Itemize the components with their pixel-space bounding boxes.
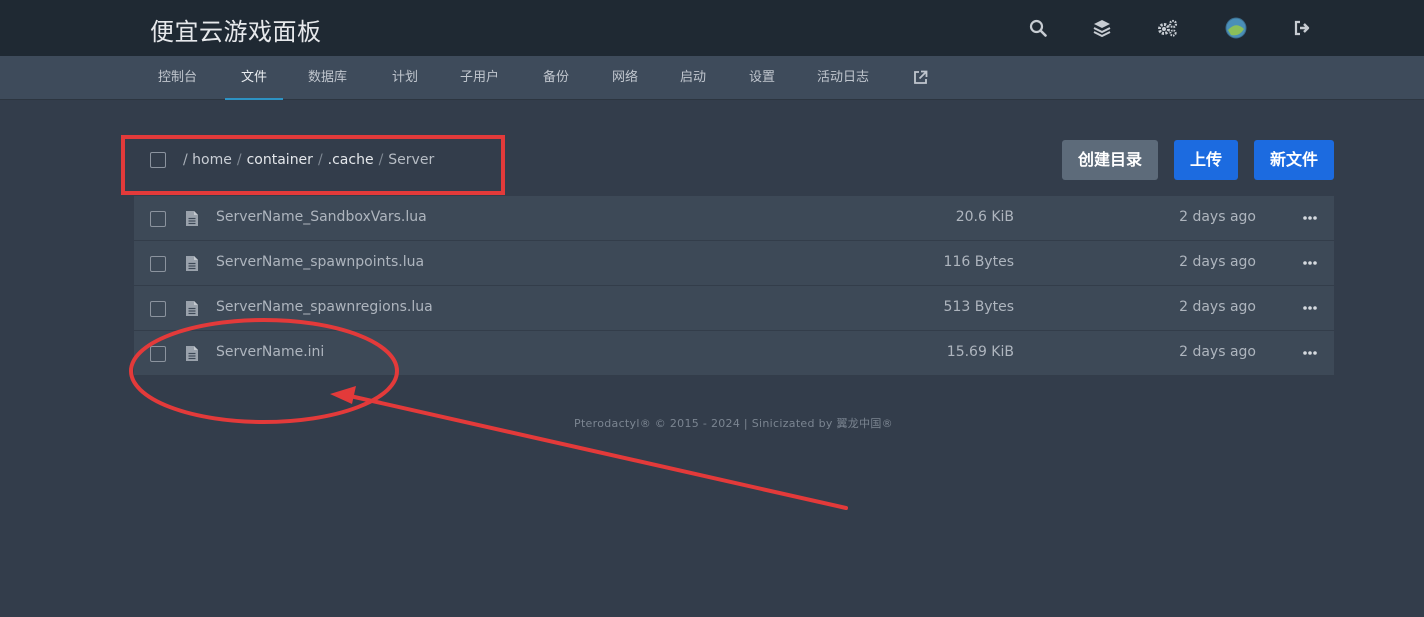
tab-schedules[interactable]: 计划 bbox=[392, 56, 418, 100]
more-options-icon[interactable] bbox=[1302, 209, 1318, 227]
annotation-highlight-box bbox=[121, 135, 505, 195]
avatar-icon[interactable] bbox=[1224, 16, 1248, 40]
file-size: 513 Bytes bbox=[943, 299, 1014, 315]
gears-icon[interactable] bbox=[1156, 16, 1180, 40]
table-row[interactable]: ServerName_spawnregions.lua 513 Bytes 2 … bbox=[134, 286, 1334, 331]
annotation-arrow-line bbox=[348, 394, 848, 510]
tab-subusers[interactable]: 子用户 bbox=[460, 56, 499, 100]
table-row[interactable]: ServerName_spawnpoints.lua 116 Bytes 2 d… bbox=[134, 241, 1334, 286]
more-options-icon[interactable] bbox=[1302, 254, 1318, 272]
file-name[interactable]: ServerName_SandboxVars.lua bbox=[216, 209, 427, 225]
file-icon bbox=[185, 210, 199, 231]
tab-startup[interactable]: 启动 bbox=[680, 56, 706, 100]
search-icon[interactable] bbox=[1026, 16, 1050, 40]
file-name[interactable]: ServerName.ini bbox=[216, 344, 324, 360]
tab-settings[interactable]: 设置 bbox=[749, 56, 775, 100]
file-name[interactable]: ServerName_spawnregions.lua bbox=[216, 299, 433, 315]
row-checkbox[interactable] bbox=[150, 301, 166, 317]
create-directory-button[interactable]: 创建目录 bbox=[1062, 140, 1158, 180]
annotation-arrow-head bbox=[330, 386, 356, 404]
file-name[interactable]: ServerName_spawnpoints.lua bbox=[216, 254, 424, 270]
file-size: 15.69 KiB bbox=[946, 344, 1014, 360]
file-modified: 2 days ago bbox=[1179, 209, 1256, 225]
file-modified: 2 days ago bbox=[1179, 254, 1256, 270]
sub-nav: 控制台 文件 数据库 计划 子用户 备份 网络 启动 设置 活动日志 bbox=[0, 56, 1424, 100]
more-options-icon[interactable] bbox=[1302, 344, 1318, 362]
footer-copyright: Pterodactyl® © 2015 - 2024 | Sinicizated… bbox=[574, 417, 893, 430]
file-size: 20.6 KiB bbox=[955, 209, 1014, 225]
layers-icon[interactable] bbox=[1090, 16, 1114, 40]
file-icon bbox=[185, 345, 199, 366]
more-options-icon[interactable] bbox=[1302, 299, 1318, 317]
table-row[interactable]: ServerName_SandboxVars.lua 20.6 KiB 2 da… bbox=[134, 196, 1334, 241]
row-checkbox[interactable] bbox=[150, 346, 166, 362]
file-modified: 2 days ago bbox=[1179, 299, 1256, 315]
brand-title[interactable]: 便宜云游戏面板 bbox=[150, 12, 322, 47]
file-list: ServerName_SandboxVars.lua 20.6 KiB 2 da… bbox=[134, 196, 1334, 376]
upload-button[interactable]: 上传 bbox=[1174, 140, 1238, 180]
tab-console[interactable]: 控制台 bbox=[158, 56, 197, 100]
external-link-icon[interactable] bbox=[913, 70, 928, 86]
row-checkbox[interactable] bbox=[150, 256, 166, 272]
tab-activity[interactable]: 活动日志 bbox=[817, 56, 869, 100]
table-row[interactable]: ServerName.ini 15.69 KiB 2 days ago bbox=[134, 331, 1334, 376]
tab-network[interactable]: 网络 bbox=[612, 56, 638, 100]
file-modified: 2 days ago bbox=[1179, 344, 1256, 360]
tab-files[interactable]: 文件 bbox=[224, 56, 284, 100]
row-checkbox[interactable] bbox=[150, 211, 166, 227]
tab-databases[interactable]: 数据库 bbox=[308, 56, 347, 100]
top-bar: 便宜云游戏面板 bbox=[0, 0, 1424, 56]
file-size: 116 Bytes bbox=[943, 254, 1014, 270]
tab-backups[interactable]: 备份 bbox=[543, 56, 569, 100]
file-icon bbox=[185, 255, 199, 276]
new-file-button[interactable]: 新文件 bbox=[1254, 140, 1334, 180]
file-icon bbox=[185, 300, 199, 321]
sign-out-icon[interactable] bbox=[1290, 16, 1314, 40]
